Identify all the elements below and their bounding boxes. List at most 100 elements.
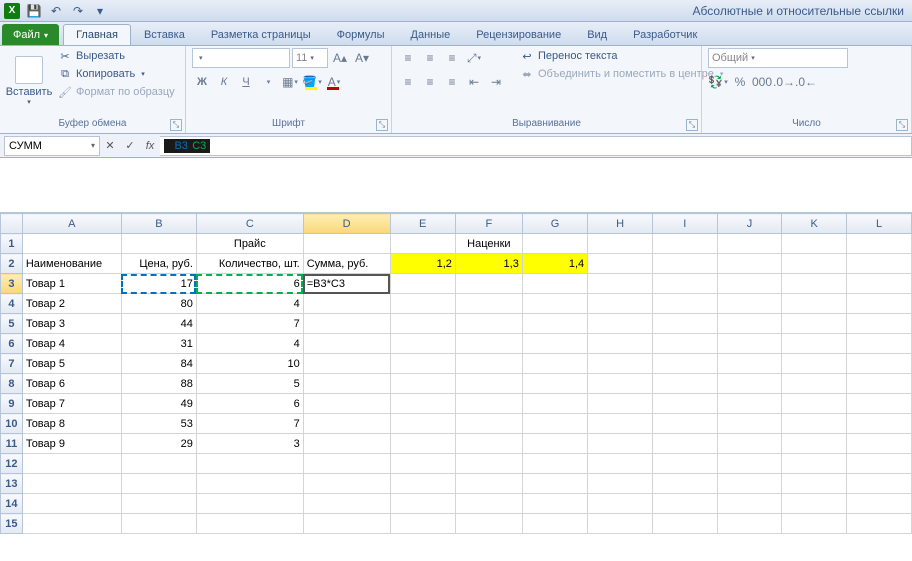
cell-G11[interactable] [522, 434, 587, 454]
cell-E4[interactable] [390, 294, 455, 314]
cell-K2[interactable] [782, 254, 847, 274]
cell-K9[interactable] [782, 394, 847, 414]
cell-F14[interactable] [455, 494, 522, 514]
cell-E9[interactable] [390, 394, 455, 414]
cell-K8[interactable] [782, 374, 847, 394]
cell-G1[interactable] [522, 234, 587, 254]
cell-J3[interactable] [717, 274, 782, 294]
cell-A7[interactable]: Товар 5 [22, 354, 121, 374]
name-box[interactable]: СУММ [4, 136, 100, 156]
cell-H9[interactable] [588, 394, 653, 414]
increase-decimal-icon[interactable]: .0→ [774, 72, 794, 92]
cell-B10[interactable]: 53 [121, 414, 196, 434]
cell-D10[interactable] [303, 414, 390, 434]
cell-K7[interactable] [782, 354, 847, 374]
cell-K6[interactable] [782, 334, 847, 354]
cell-F7[interactable] [455, 354, 522, 374]
decrease-decimal-icon[interactable]: .0← [796, 72, 816, 92]
cell-E8[interactable] [390, 374, 455, 394]
cell-G8[interactable] [522, 374, 587, 394]
cell-H14[interactable] [588, 494, 653, 514]
cell-D8[interactable] [303, 374, 390, 394]
cell-I7[interactable] [653, 354, 718, 374]
alignment-launcher[interactable]: ⤡ [686, 119, 698, 131]
cell-E15[interactable] [390, 514, 455, 534]
cell-B14[interactable] [121, 494, 196, 514]
cell-J2[interactable] [717, 254, 782, 274]
cell-J11[interactable] [717, 434, 782, 454]
cell-C9[interactable]: 6 [196, 394, 303, 414]
merge-center-button[interactable]: ⬌Объединить и поместить в центре▾ [518, 66, 725, 82]
wrap-text-button[interactable]: ↩Перенос текста [518, 48, 725, 64]
cell-A10[interactable]: Товар 8 [22, 414, 121, 434]
paste-button[interactable]: Вставить ▾ [6, 48, 52, 114]
cell-C14[interactable] [196, 494, 303, 514]
cell-C6[interactable]: 4 [196, 334, 303, 354]
underline-menu[interactable] [258, 72, 278, 92]
col-header-E[interactable]: E [390, 214, 455, 234]
cell-G3[interactable] [522, 274, 587, 294]
cell-H7[interactable] [588, 354, 653, 374]
cell-L11[interactable] [847, 434, 912, 454]
cell-F4[interactable] [455, 294, 522, 314]
cell-A11[interactable]: Товар 9 [22, 434, 121, 454]
cell-B5[interactable]: 44 [121, 314, 196, 334]
align-right-icon[interactable]: ≡ [442, 72, 462, 92]
save-icon[interactable]: 💾 [26, 3, 42, 19]
cell-H3[interactable] [588, 274, 653, 294]
cell-D4[interactable] [303, 294, 390, 314]
undo-icon[interactable]: ↶ [48, 3, 64, 19]
row-header-12[interactable]: 12 [1, 454, 23, 474]
cell-C12[interactable] [196, 454, 303, 474]
cell-G6[interactable] [522, 334, 587, 354]
tab-formulas[interactable]: Формулы [324, 24, 398, 45]
col-header-J[interactable]: J [717, 214, 782, 234]
cell-A12[interactable] [22, 454, 121, 474]
cell-B1[interactable] [121, 234, 196, 254]
cell-G4[interactable] [522, 294, 587, 314]
cell-F9[interactable] [455, 394, 522, 414]
cell-G5[interactable] [522, 314, 587, 334]
align-bottom-icon[interactable]: ≡ [442, 48, 462, 68]
fx-button[interactable]: fx [140, 136, 160, 156]
row-header-4[interactable]: 4 [1, 294, 23, 314]
number-launcher[interactable]: ⤡ [896, 119, 908, 131]
cell-B3[interactable]: 17 [121, 274, 196, 294]
cell-A3[interactable]: Товар 1 [22, 274, 121, 294]
tab-home[interactable]: Главная [63, 24, 131, 45]
cell-F11[interactable] [455, 434, 522, 454]
cell-D7[interactable] [303, 354, 390, 374]
enter-formula-button[interactable]: ✓ [120, 136, 140, 156]
row-header-8[interactable]: 8 [1, 374, 23, 394]
clipboard-launcher[interactable]: ⤡ [170, 119, 182, 131]
orientation-icon[interactable]: ⤢ [464, 48, 484, 68]
cell-G10[interactable] [522, 414, 587, 434]
cell-H13[interactable] [588, 474, 653, 494]
cell-A13[interactable] [22, 474, 121, 494]
cell-D15[interactable] [303, 514, 390, 534]
cell-E12[interactable] [390, 454, 455, 474]
align-middle-icon[interactable]: ≡ [420, 48, 440, 68]
decrease-indent-icon[interactable]: ⇤ [464, 72, 484, 92]
cell-K1[interactable] [782, 234, 847, 254]
cell-B6[interactable]: 31 [121, 334, 196, 354]
fill-color-button[interactable]: 🪣 [302, 72, 322, 92]
format-painter-button[interactable]: 🖌Формат по образцу [56, 84, 177, 100]
cell-I10[interactable] [653, 414, 718, 434]
cell-G7[interactable] [522, 354, 587, 374]
cell-F12[interactable] [455, 454, 522, 474]
cell-J8[interactable] [717, 374, 782, 394]
cell-I9[interactable] [653, 394, 718, 414]
cell-K13[interactable] [782, 474, 847, 494]
row-header-15[interactable]: 15 [1, 514, 23, 534]
cell-F8[interactable] [455, 374, 522, 394]
cell-E14[interactable] [390, 494, 455, 514]
cell-I1[interactable] [653, 234, 718, 254]
select-all-corner[interactable] [1, 214, 23, 234]
increase-font-icon[interactable]: A▴ [330, 48, 350, 68]
cell-C2[interactable]: Количество, шт. [196, 254, 303, 274]
col-header-H[interactable]: H [588, 214, 653, 234]
accounting-format-icon[interactable]: 💱 [708, 72, 728, 92]
cell-L5[interactable] [847, 314, 912, 334]
cell-I12[interactable] [653, 454, 718, 474]
